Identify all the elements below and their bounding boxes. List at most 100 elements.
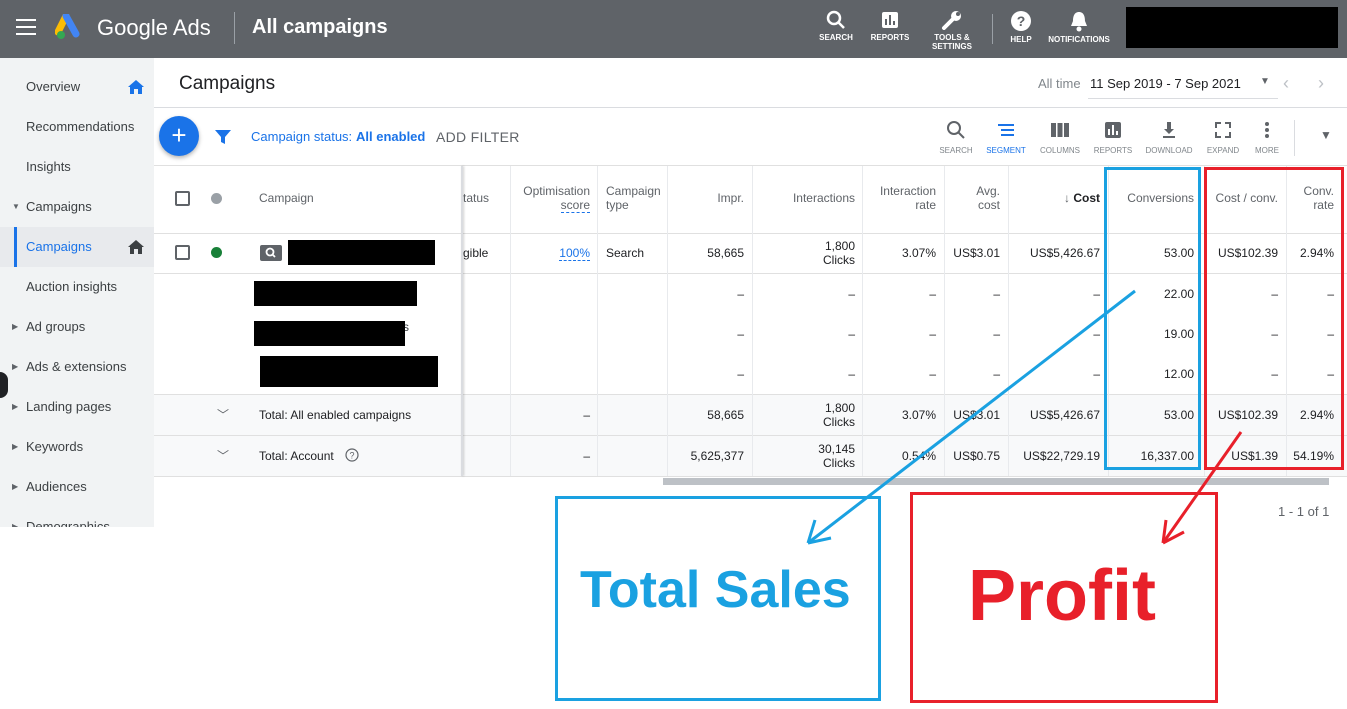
total-label: Total: All enabled campaigns [259,408,412,422]
column-divider [862,166,863,476]
cell-impressions: – [737,287,744,301]
sidebar-item-demographics[interactable]: ▶ Demographics [0,507,154,527]
sidebar-item-ads-extensions[interactable]: ▶ Ads & extensions [0,347,154,387]
column-divider [1008,166,1009,476]
row-checkbox[interactable] [175,245,190,260]
sort-arrow-down-icon: ↓ [1063,191,1070,205]
date-range-selector[interactable]: 11 Sep 2019 - 7 Sep 2021 [1090,76,1241,91]
cell-interactions: – [848,367,855,381]
sidebar-item-landing-pages[interactable]: ▶ Landing pages [0,387,154,427]
header-optimisation-score[interactable]: Optimisation score [510,184,590,213]
cell-interaction-rate: 0.54% [901,449,936,463]
more-button[interactable]: MORE [1237,120,1297,155]
segment-name-redacted [254,321,405,346]
hamburger-menu-icon[interactable] [16,19,36,35]
sidebar-item-insights[interactable]: Insights [0,147,154,187]
sidebar-item-campaigns[interactable]: Campaigns [0,227,154,267]
filter-icon[interactable] [214,128,232,146]
date-range-underline [1088,98,1278,99]
svg-text:?: ? [349,451,354,461]
top-notifications-button[interactable]: NOTIFICATIONS [1046,10,1112,44]
brand-name: Google Ads [97,15,211,40]
top-tools-settings-button[interactable]: TOOLS & SETTINGS [926,10,978,51]
search-campaign-icon [260,245,282,261]
sidebar: Overview Recommendations Insights ▼ Camp… [0,58,154,527]
divider [1294,120,1295,156]
header-interactions[interactable]: Interactions [753,191,855,205]
header-interaction-rate[interactable]: Interaction rate [863,184,936,212]
divider [234,12,235,44]
column-divider [667,166,668,476]
chevron-down-icon[interactable]: ﹀ [217,406,229,423]
cell-avg-cost: US$3.01 [953,246,1000,260]
cell-optimisation-score: – [583,408,590,422]
pagination-info: 1 - 1 of 1 [1278,504,1330,519]
top-help-button[interactable]: ? HELP [1004,10,1038,44]
wrench-icon [942,11,961,30]
sidebar-item-keywords[interactable]: ▶ Keywords [0,427,154,467]
chevron-down-icon[interactable]: ▼ [1320,128,1332,142]
cell-interactions: – [848,287,855,301]
download-button[interactable]: DOWNLOAD [1139,120,1199,155]
sidebar-item-recommendations[interactable]: Recommendations [0,107,154,147]
table-top-border [154,165,1347,166]
header-avg-cost[interactable]: Avg. cost [945,184,1000,212]
caret-right-icon: ▶ [12,362,19,371]
segment-button[interactable]: SEGMENT [976,120,1036,155]
profit-label: Profit [968,556,1156,636]
bell-icon [1071,12,1087,32]
search-icon [826,10,845,29]
sidebar-item-auction-insights[interactable]: Auction insights [0,267,154,307]
cell-interactions: 1,800 Clicks [823,401,855,429]
cell-impressions: 58,665 [707,408,744,422]
campaign-name-redacted[interactable] [288,240,435,265]
cell-cost: US$5,426.67 [1029,246,1100,260]
sidebar-item-overview[interactable]: Overview [0,67,154,107]
top-search-button[interactable]: SEARCH [815,10,857,42]
header-status[interactable]: tatus [463,191,489,205]
enabled-status-dot[interactable] [211,247,222,258]
cell-status: gible [463,246,489,260]
cell-campaign-type: Search [606,246,645,260]
total-label: Total: Account [259,449,334,463]
previous-period-icon[interactable]: ‹ [1283,73,1289,94]
home-icon [128,240,144,254]
account-info-redacted[interactable] [1126,7,1338,48]
cell-interaction-rate: 3.07% [901,408,936,422]
add-campaign-button[interactable]: + [159,116,199,156]
header-cost-sorted[interactable]: ↓ Cost [1009,191,1100,205]
divider [992,14,993,44]
reports-button[interactable]: REPORTS [1083,120,1143,155]
cell-interaction-rate: – [929,287,936,301]
sidebar-item-ad-groups[interactable]: ▶ Ad groups [0,307,154,347]
help-circle-icon[interactable]: ? [345,448,359,462]
conversions-highlight-box [1104,167,1201,470]
cell-impressions: – [737,327,744,341]
table-bottom-border [154,476,1347,477]
header-impressions[interactable]: Impr. [668,191,744,205]
top-reports-button[interactable]: REPORTS [866,10,914,42]
caret-right-icon: ▶ [12,442,19,451]
dropdown-caret-icon[interactable]: ▼ [1260,76,1270,87]
google-ads-logo-icon [55,14,80,39]
cell-interaction-rate: – [929,367,936,381]
sidebar-group-campaigns[interactable]: ▼ Campaigns [0,187,154,227]
page-title: Campaigns [179,73,276,94]
campaign-status-filter-value[interactable]: All enabled [356,129,425,144]
sidebar-collapse-toggle[interactable] [0,372,8,398]
sidebar-item-audiences[interactable]: ▶ Audiences [0,467,154,507]
cell-avg-cost: – [993,367,1000,381]
campaign-status-filter-label[interactable]: Campaign status: [251,129,352,144]
more-vert-icon [1265,122,1269,138]
horizontal-scrollbar[interactable] [663,478,1329,485]
next-period-icon[interactable]: › [1318,73,1324,94]
header-campaign-type[interactable]: Campaign type [606,184,661,212]
add-filter-button[interactable]: ADD FILTER [436,129,520,145]
chevron-down-icon[interactable]: ﹀ [217,447,229,464]
cell-optimisation-score[interactable]: 100% [510,246,590,261]
select-all-checkbox[interactable] [175,191,190,206]
columns-button[interactable]: COLUMNS [1030,120,1090,155]
caret-down-icon: ▼ [12,202,20,211]
cell-cost: – [1093,327,1100,341]
header-campaign[interactable]: Campaign [259,191,314,205]
